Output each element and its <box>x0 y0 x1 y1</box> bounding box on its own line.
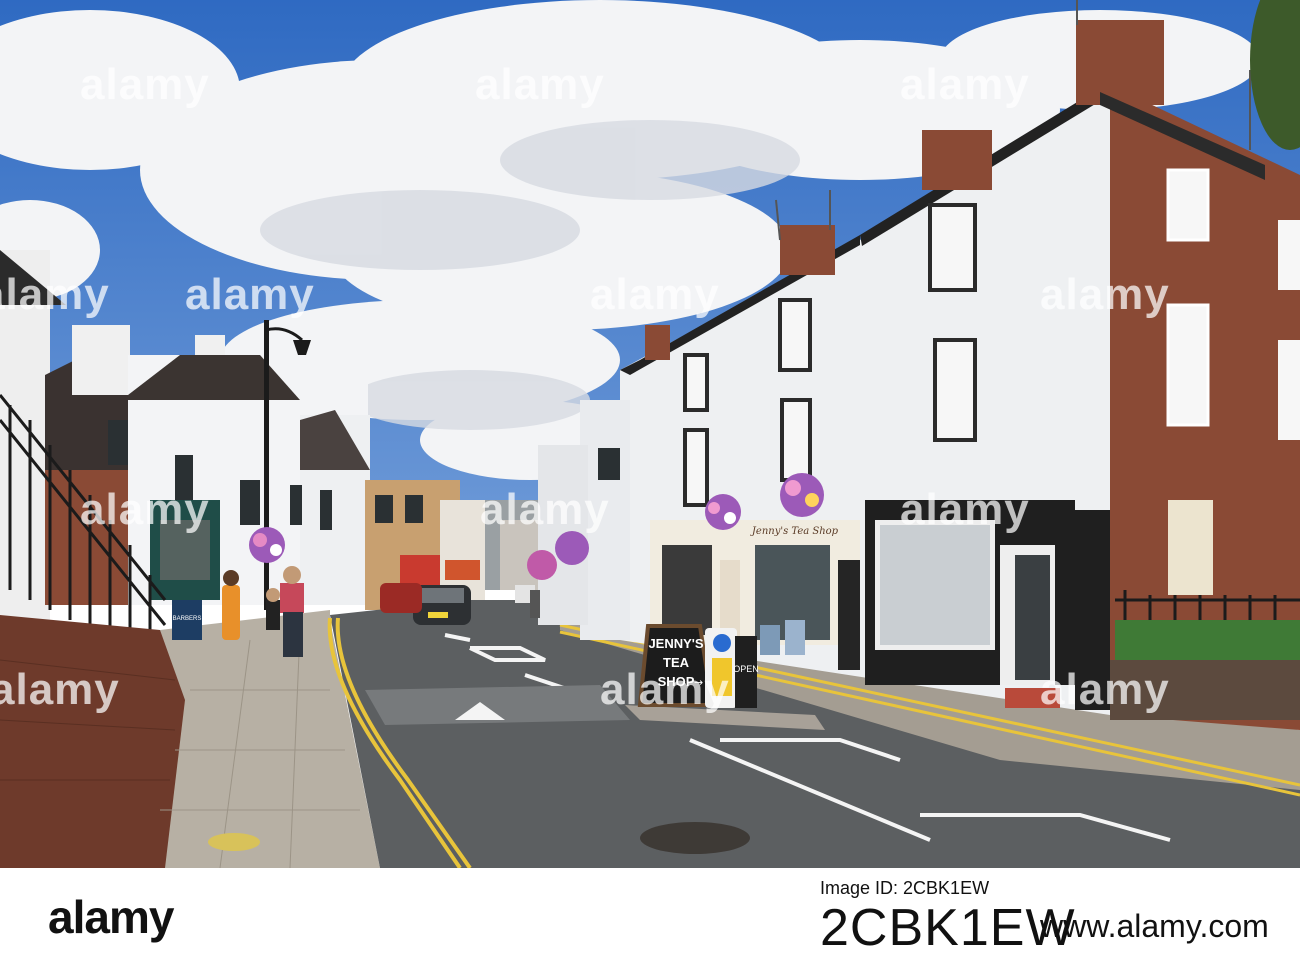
site-url: www.alamy.com <box>1040 908 1269 944</box>
aboard-line2: TEA <box>663 655 690 670</box>
aboard-line3: SHOP <box>658 674 695 689</box>
brick-wall <box>0 615 185 868</box>
image-id-label: Image ID: 2CBK1EW <box>820 878 990 898</box>
street-photo: JENNY'S TEA SHOP → OPEN Jenny's Tea Shop… <box>0 0 1300 868</box>
image-id: 2CBK1EW <box>820 899 1076 957</box>
stock-footer: alamy Image ID: 2CBK1EW 2CBK1EW www.alam… <box>0 868 1300 957</box>
alamy-logo: alamy <box>48 891 174 943</box>
aboard-arrow: → <box>694 676 703 689</box>
shop-fascia: Jenny's Tea Shop <box>750 526 839 537</box>
open-sign: OPEN <box>733 664 759 674</box>
barbers-sign: BARBERS <box>173 616 202 622</box>
aboard-line1: JENNY'S <box>648 636 703 651</box>
tea-shop-aboard: JENNY'S TEA SHOP → <box>637 624 715 707</box>
